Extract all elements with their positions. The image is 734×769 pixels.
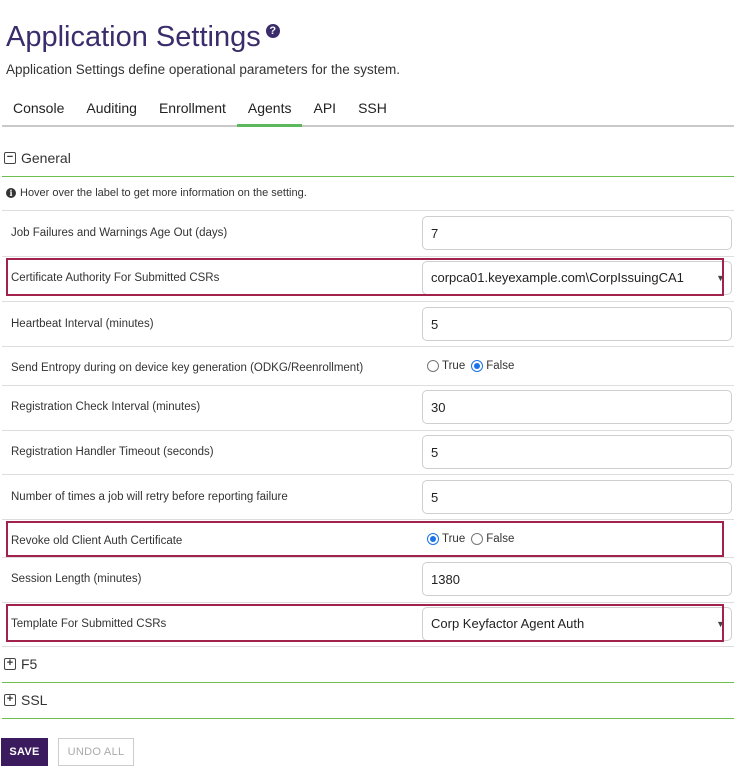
tab-ssh[interactable]: SSH — [347, 93, 398, 127]
tab-api[interactable]: API — [302, 93, 347, 127]
setting-label[interactable]: Registration Handler Timeout (seconds) — [11, 446, 214, 458]
tab-console[interactable]: Console — [2, 93, 75, 127]
setting-row-heartbeat: Heartbeat Interval (minutes) — [2, 301, 734, 346]
expand-icon[interactable]: + — [4, 658, 16, 670]
collapse-icon[interactable]: − — [4, 152, 16, 164]
section-divider — [2, 718, 734, 719]
registration-check-input[interactable] — [422, 390, 732, 424]
section-general-label: General — [21, 150, 71, 166]
session-length-input[interactable] — [422, 562, 732, 596]
setting-label[interactable]: Send Entropy during on device key genera… — [11, 362, 363, 374]
job-failures-input[interactable] — [422, 216, 732, 250]
section-f5-header[interactable]: + F5 — [4, 656, 734, 672]
setting-label[interactable]: Session Length (minutes) — [11, 573, 141, 585]
job-retry-input[interactable] — [422, 480, 732, 514]
highlight-template-csr — [6, 604, 724, 642]
heartbeat-input[interactable] — [422, 307, 732, 341]
highlight-revoke-old — [6, 521, 724, 557]
page-subtitle: Application Settings define operational … — [6, 62, 400, 77]
expand-icon[interactable]: + — [4, 694, 16, 706]
tab-auditing[interactable]: Auditing — [75, 93, 148, 127]
setting-row-send-entropy: Send Entropy during on device key genera… — [2, 346, 734, 385]
setting-label[interactable]: Heartbeat Interval (minutes) — [11, 318, 154, 330]
title-row: Application Settings ? — [6, 18, 280, 56]
setting-row-registration-timeout: Registration Handler Timeout (seconds) — [2, 430, 734, 474]
undo-all-button[interactable]: UNDO ALL — [58, 738, 134, 766]
info-text: Hover over the label to get more informa… — [20, 187, 307, 199]
settings-tabs: Console Auditing Enrollment Agents API S… — [2, 93, 734, 127]
setting-row-job-failures: Job Failures and Warnings Age Out (days) — [2, 210, 734, 256]
section-ssl-header[interactable]: + SSL — [4, 692, 734, 708]
section-ssl-label: SSL — [21, 692, 48, 708]
setting-row-job-retry: Number of times a job will retry before … — [2, 474, 734, 519]
section-f5-label: F5 — [21, 656, 38, 672]
tab-agents[interactable]: Agents — [236, 93, 303, 127]
radio-label[interactable]: False — [486, 360, 514, 372]
page-title: Application Settings — [6, 21, 261, 53]
registration-timeout-input[interactable] — [422, 435, 732, 469]
send-entropy-false-radio[interactable] — [471, 360, 484, 372]
section-divider — [2, 682, 734, 683]
send-entropy-radio-group: True False — [427, 360, 520, 372]
save-button[interactable]: SAVE — [1, 738, 48, 766]
highlight-ca-csr — [6, 258, 724, 296]
setting-row-registration-check: Registration Check Interval (minutes) — [2, 385, 734, 430]
tab-enrollment[interactable]: Enrollment — [148, 93, 237, 127]
setting-label[interactable]: Number of times a job will retry before … — [11, 491, 288, 503]
info-circle-icon: i — [6, 188, 16, 198]
info-note: i Hover over the label to get more infor… — [6, 187, 307, 199]
setting-label[interactable]: Job Failures and Warnings Age Out (days) — [11, 227, 227, 239]
section-general-header[interactable]: − General — [4, 150, 734, 166]
radio-label[interactable]: True — [442, 360, 465, 372]
section-divider — [2, 176, 734, 177]
send-entropy-true-radio[interactable] — [427, 360, 439, 372]
setting-row-session-length: Session Length (minutes) — [2, 557, 734, 602]
row-divider — [2, 646, 734, 647]
setting-label[interactable]: Registration Check Interval (minutes) — [11, 401, 200, 413]
question-circle-icon[interactable]: ? — [265, 24, 280, 38]
